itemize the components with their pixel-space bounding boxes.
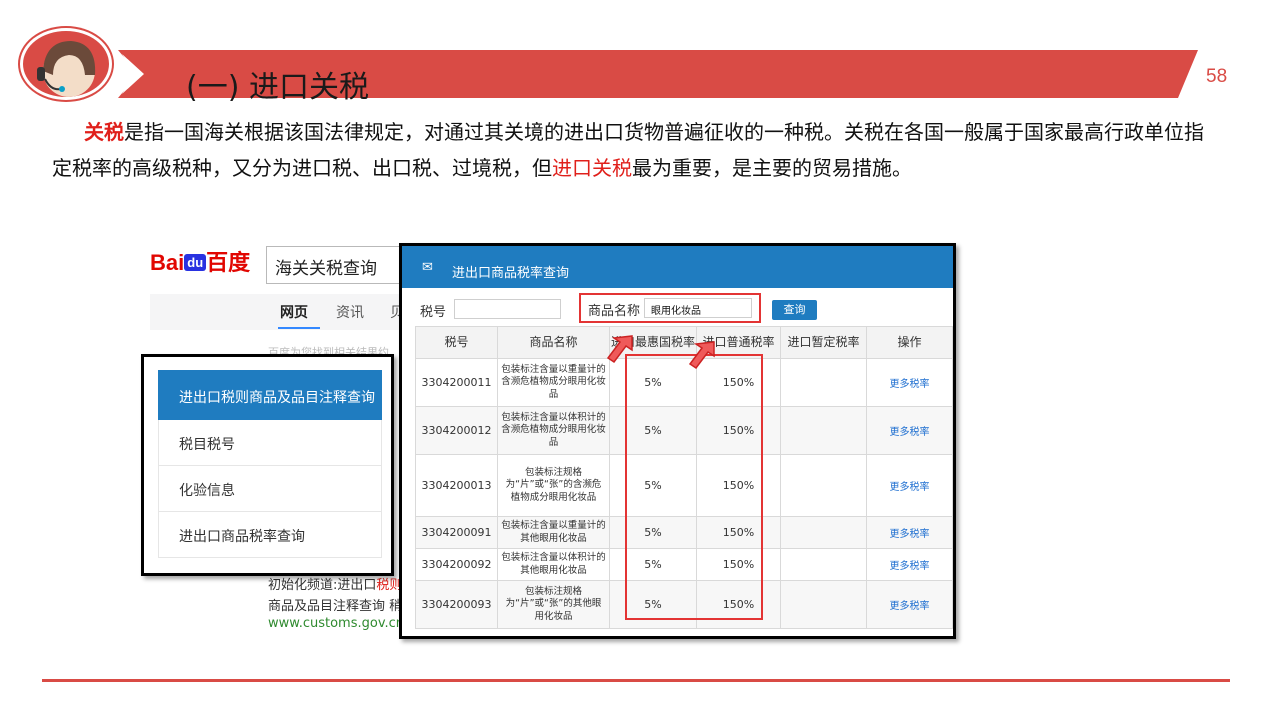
menu-item-tariff-notes[interactable]: 进出口税则商品及品目注释查询 [158,370,382,420]
more-rates-link[interactable]: 更多税率 [866,580,953,629]
menu-item-lab-info[interactable]: 化验信息 [158,466,382,512]
col-header-name: 商品名称 [497,326,610,359]
cell-provisional [780,454,867,517]
slide-title: (一) 进口关税 [186,70,369,105]
cell-provisional [780,516,867,549]
cell-code: 3304200091 [415,516,498,549]
name-input[interactable]: 眼用化妆品 [644,298,752,318]
baidu-result-url[interactable]: www.customs.gov.cn/c [268,616,416,631]
page-number: 58 [1206,66,1228,87]
arrow-icon [688,341,715,370]
cell-provisional [780,580,867,629]
tax-no-input[interactable] [454,299,561,319]
cell-provisional [780,548,867,581]
baidu-search-input[interactable]: 海关关税查询 [266,246,406,284]
cell-code: 3304200012 [415,406,498,455]
cell-provisional [780,406,867,455]
body-paragraph: 关税是指一国海关根据该国法律规定，对通过其关境的进出口货物普遍征收的一种税。关税… [52,114,1212,186]
cell-code: 3304200093 [415,580,498,629]
panel-title: 进出口商品税率查询 [452,266,570,281]
baidu-tabs: 网页 资讯 贝 [150,294,404,330]
more-rates-link[interactable]: 更多税率 [866,358,953,407]
tab-web[interactable]: 网页 [280,302,308,322]
import-tariff-highlight: 进口关税 [552,156,632,180]
cell-name: 包装标注规格为“片”或“张”的其他眼用化妆品 [497,580,610,629]
bottom-divider [42,679,1230,682]
panel-icon: ✉ [422,260,433,275]
menu-item-rate-query[interactable]: 进出口商品税率查询 [158,512,382,558]
avatar-logo [20,28,112,100]
more-rates-link[interactable]: 更多税率 [866,516,953,549]
arrow-icon [606,335,633,364]
name-label: 商品名称 [588,304,641,319]
baidu-result-line2: 商品及品目注释查询 稍 [268,599,403,614]
col-header-provisional: 进口暂定税率 [780,326,867,359]
left-menu-card: 进出口税则商品及品目注释查询 税目税号 化验信息 进出口商品税率查询 [141,354,394,576]
cell-name: 包装标注规格为“片”或“张”的含濒危植物成分眼用化妆品 [497,454,610,517]
tax-no-label: 税号 [420,305,447,320]
cell-name: 包装标注含量以体积计的含濒危植物成分眼用化妆品 [497,406,610,455]
query-button[interactable]: 查询 [772,300,817,320]
cell-name: 包装标注含量以体积计的其他眼用化妆品 [497,548,610,581]
tab-news[interactable]: 资讯 [336,302,364,322]
cell-code: 3304200011 [415,358,498,407]
panel-header: ✉ 进出口商品税率查询 [402,246,953,288]
more-rates-link[interactable]: 更多税率 [866,406,953,455]
baidu-result-line1: 初始化频道:进出口税则 [268,578,403,593]
more-rates-link[interactable]: 更多税率 [866,548,953,581]
cell-code: 3304200092 [415,548,498,581]
col-header-code: 税号 [415,326,498,359]
col-header-action: 操作 [866,326,953,359]
cell-provisional [780,358,867,407]
menu-item-tax-code[interactable]: 税目税号 [158,420,382,466]
baidu-logo: Bai du 百度 [150,250,251,275]
paragraph-text-2: 最为重要，是主要的贸易措施。 [632,156,912,180]
more-rates-link[interactable]: 更多税率 [866,454,953,517]
rate-query-panel: ✉ 进出口商品税率查询 税号 商品名称 眼用化妆品 查询 税号 商品名称 进口最… [399,243,956,639]
rates-highlight-box [625,354,763,620]
cell-code: 3304200013 [415,454,498,517]
cell-name: 包装标注含量以重量计的其他眼用化妆品 [497,516,610,549]
cell-name: 包装标注含量以重量计的含濒危植物成分眼用化妆品 [497,358,610,407]
tab-underline [278,327,320,329]
term-highlight: 关税 [84,120,124,144]
